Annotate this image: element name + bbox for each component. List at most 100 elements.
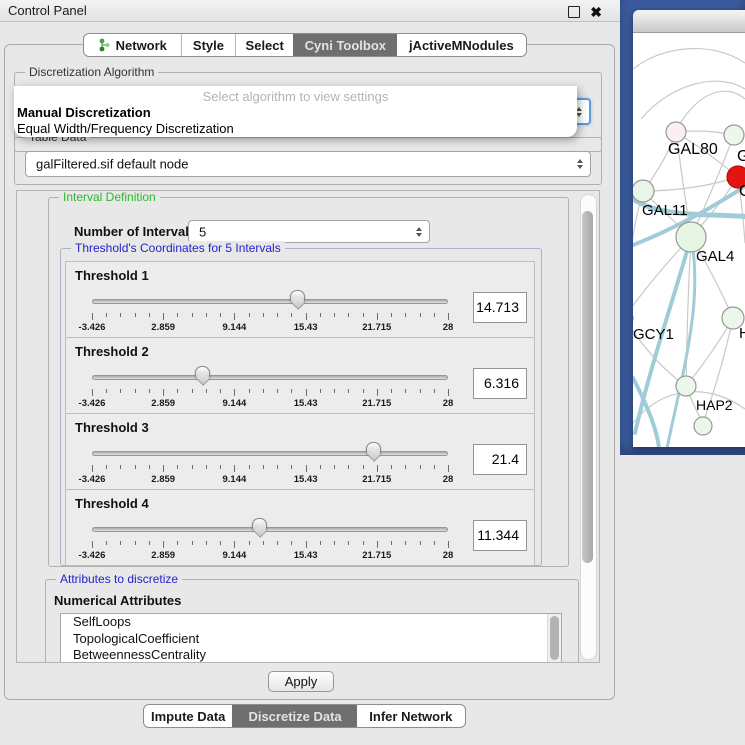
threshold-2-panel: Threshold 2 -3.4262.8599.14415.4321.7152… (65, 337, 535, 414)
tab-jactivemnodules[interactable]: jActiveMNodules (397, 34, 526, 56)
node-hap2[interactable] (676, 376, 696, 396)
node-bottom-partial[interactable] (694, 417, 712, 435)
slider-track[interactable] (92, 451, 448, 456)
network-window[interactable]: GAL80 G C GAL11 GAL4 GCY1 H HAP2 (633, 10, 745, 447)
threshold-3-slider[interactable]: -3.4262.8599.14415.4321.71528 (92, 442, 448, 486)
interval-definition-group: Interval Definition Number of Intervals … (48, 197, 569, 567)
tick-label: 28 (443, 474, 454, 485)
table-data-group: Table Data galFiltered.sif default node (14, 137, 602, 185)
slider-ticks (92, 465, 448, 473)
attribute-item[interactable]: SelfLoops (61, 614, 561, 631)
slider-thumb[interactable] (290, 290, 305, 302)
tick-label: 9.144 (223, 398, 247, 409)
label-gal80: GAL80 (668, 141, 718, 158)
tick-label: 2.859 (151, 474, 175, 485)
threshold-4-label: Threshold 4 (75, 496, 149, 511)
threshold-3-panel: Threshold 3 -3.4262.8599.14415.4321.7152… (65, 413, 535, 490)
tab-jactivemnodules-label: jActiveMNodules (409, 38, 514, 53)
slider-thumb[interactable] (366, 442, 381, 454)
tick-label: -3.426 (79, 550, 106, 561)
threshold-2-label: Threshold 2 (75, 344, 149, 359)
viewport-scrollbar[interactable] (580, 194, 597, 660)
tab-network[interactable]: Network (84, 34, 181, 56)
label-clipped-h: H (739, 325, 745, 342)
attribute-item[interactable]: BetweennessCentrality (61, 647, 561, 663)
threshold-4-slider[interactable]: -3.4262.8599.14415.4321.71528 (92, 518, 448, 562)
attribute-item[interactable]: TopologicalCoefficient (61, 631, 561, 648)
control-panel-tabbar: Network Style Select Cyni Toolbox jActiv… (83, 33, 527, 57)
threshold-2-slider[interactable]: -3.4262.8599.14415.4321.71528 (92, 366, 448, 410)
numerical-attributes-list[interactable]: SelfLoopsTopologicalCoefficientBetweenne… (60, 613, 562, 663)
tab-cyni-toolbox[interactable]: Cyni Toolbox (293, 34, 397, 56)
tab-network-label: Network (116, 38, 167, 53)
threshold-3-value-field[interactable]: 21.4 (473, 444, 527, 475)
slider-track[interactable] (92, 375, 448, 380)
slider-thumb[interactable] (252, 518, 267, 530)
slider-tick-labels: -3.4262.8599.14415.4321.71528 (92, 322, 448, 333)
dropdown-spinner-icon (577, 159, 583, 169)
network-tab-icon (98, 38, 111, 52)
slider-tick-labels: -3.4262.8599.14415.4321.71528 (92, 474, 448, 485)
tick-label: 21.715 (362, 322, 391, 333)
threshold-2-value-field[interactable]: 6.316 (473, 368, 527, 399)
tab-select[interactable]: Select (235, 34, 293, 56)
node-top-right[interactable] (724, 125, 744, 145)
viewport-scrollbar-thumb[interactable] (582, 211, 593, 563)
tick-label: 15.43 (294, 322, 318, 333)
tab-impute-data-label: Impute Data (151, 709, 225, 724)
threshold-1-slider[interactable]: -3.4262.8599.14415.4321.71528 (92, 290, 448, 334)
tab-style-label: Style (193, 38, 224, 53)
algorithm-dropdown-popup: Select algorithm to view settings Manual… (14, 86, 577, 137)
dropdown-option-manual-discretization[interactable]: Manual Discretization (17, 105, 151, 120)
attributes-scrollbar-thumb[interactable] (550, 616, 559, 660)
tab-infer-network[interactable]: Infer Network (357, 705, 465, 727)
float-window-icon[interactable] (568, 6, 580, 18)
numerical-attributes-heading: Numerical Attributes (54, 593, 181, 608)
tab-impute-data[interactable]: Impute Data (144, 705, 232, 727)
close-window-icon[interactable] (644, 15, 656, 27)
application-window: Control Panel ✖ Network Style Sel (0, 0, 745, 745)
tick-label: 21.715 (362, 550, 391, 561)
attributes-group-title: Attributes to discretize (56, 572, 182, 586)
number-of-intervals-dropdown[interactable]: 5 (188, 220, 430, 243)
apply-button[interactable]: Apply (268, 671, 334, 692)
label-clipped-c: C (739, 183, 745, 200)
network-view-frame: GAL80 G C GAL11 GAL4 GCY1 H HAP2 (620, 0, 745, 455)
tick-label: -3.426 (79, 398, 106, 409)
dropdown-placeholder-option[interactable]: Select algorithm to view settings (14, 89, 577, 104)
tick-label: 9.144 (223, 474, 247, 485)
tick-label: 15.43 (294, 474, 318, 485)
attribute-items: SelfLoopsTopologicalCoefficientBetweenne… (61, 614, 561, 663)
network-window-titlebar (633, 10, 745, 33)
node-gal80[interactable] (666, 122, 686, 142)
threshold-1-label: Threshold 1 (75, 268, 149, 283)
thresholds-coordinates-group-title: Threshold's Coordinates for 5 Intervals (71, 241, 285, 255)
tick-label: 2.859 (151, 322, 175, 333)
tick-label: 28 (443, 322, 454, 333)
network-canvas[interactable]: GAL80 G C GAL11 GAL4 GCY1 H HAP2 (633, 33, 745, 447)
tick-label: 2.859 (151, 550, 175, 561)
tick-label: 21.715 (362, 398, 391, 409)
threshold-4-value-field[interactable]: 11.344 (473, 520, 527, 551)
tab-discretize-data[interactable]: Discretize Data (232, 705, 356, 727)
label-gal4: GAL4 (696, 248, 734, 265)
tick-label: 9.144 (223, 550, 247, 561)
slider-ticks (92, 541, 448, 549)
threshold-3-label: Threshold 3 (75, 420, 149, 435)
table-data-dropdown[interactable]: galFiltered.sif default node (25, 151, 591, 177)
slider-track[interactable] (92, 299, 448, 304)
attributes-list-scrollbar[interactable] (547, 614, 561, 663)
close-panel-icon[interactable]: ✖ (590, 1, 602, 23)
zoom-window-icon[interactable] (633, 15, 645, 27)
threshold-1-value-field[interactable]: 14.713 (473, 292, 527, 323)
threshold-4-panel: Threshold 4 -3.4262.8599.14415.4321.7152… (65, 489, 535, 566)
threshold-1-panel: Threshold 1 -3.4262.8599.14415.4321.7152… (65, 261, 535, 338)
slider-thumb[interactable] (195, 366, 210, 378)
slider-track[interactable] (92, 527, 448, 532)
node-gal11[interactable] (633, 180, 654, 202)
tick-label: 15.43 (294, 398, 318, 409)
tab-infer-network-label: Infer Network (369, 709, 452, 724)
tab-style[interactable]: Style (181, 34, 236, 56)
dropdown-option-equal-width-frequency[interactable]: Equal Width/Frequency Discretization (17, 121, 234, 136)
tick-label: 15.43 (294, 550, 318, 561)
